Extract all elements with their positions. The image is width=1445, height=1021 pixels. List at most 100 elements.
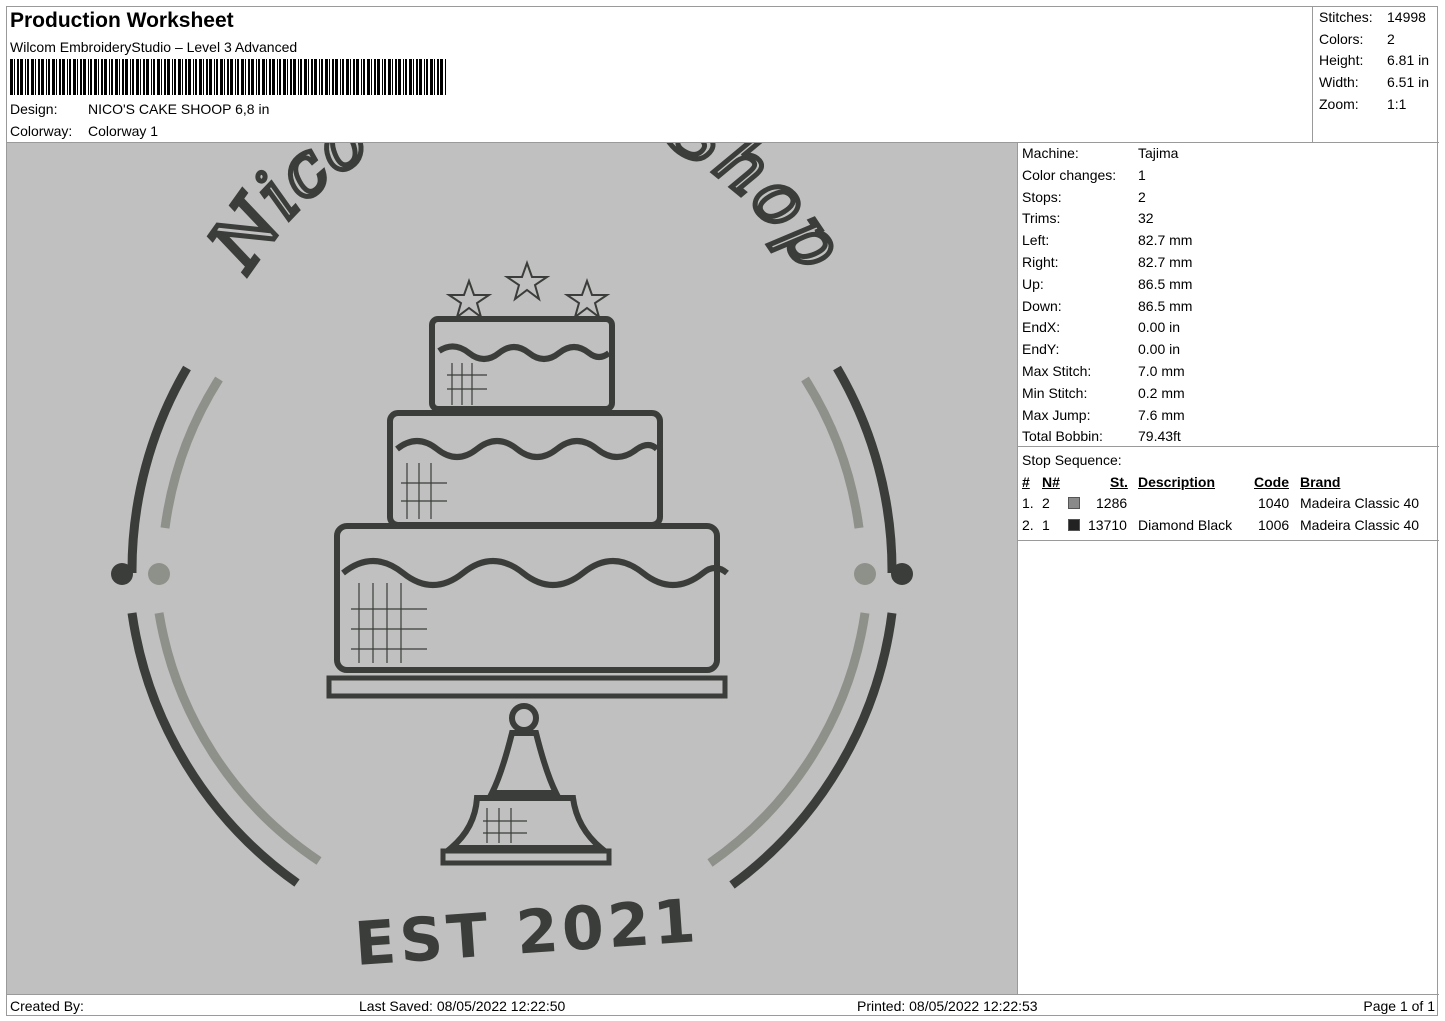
barcode-bar	[293, 59, 296, 95]
worksheet-header: Production Worksheet Wilcom EmbroiderySt…	[7, 7, 1313, 143]
barcode-bar	[20, 59, 23, 95]
barcode-bar	[182, 59, 183, 95]
right-inner-arc-bottom	[707, 612, 870, 867]
machine-row: Trims: 32	[1022, 210, 1154, 232]
barcode-bar	[384, 59, 386, 95]
barcode-bar	[279, 59, 281, 95]
barcode-bar	[290, 59, 292, 95]
design-value: NICO'S CAKE SHOOP 6,8 in	[88, 101, 270, 117]
summary-value: 1:1	[1387, 96, 1407, 112]
machine-label: Trims:	[1022, 210, 1061, 227]
machine-value: 32	[1138, 210, 1154, 227]
established-text: EST 2021	[352, 886, 701, 980]
barcode-bar	[220, 59, 223, 95]
barcode-bar	[157, 59, 160, 95]
barcode-bar	[132, 59, 134, 95]
barcode-bar	[409, 59, 412, 95]
star-decorations	[445, 260, 611, 320]
column-header-brand: Brand	[1300, 474, 1341, 490]
color-swatch	[1068, 519, 1080, 531]
machine-value: Tajima	[1138, 145, 1179, 161]
machine-row: Color changes: 1	[1022, 167, 1146, 189]
barcode-bar	[35, 59, 36, 95]
barcode-bar	[153, 59, 155, 95]
barcode-bar	[230, 59, 233, 95]
production-worksheet: Production Worksheet Wilcom EmbroiderySt…	[6, 6, 1439, 1016]
barcode-bar	[88, 59, 89, 95]
barcode-bar	[314, 59, 317, 95]
summary-label: Height:	[1319, 52, 1364, 68]
barcode-bar	[214, 59, 215, 95]
barcode-bar	[405, 59, 407, 95]
barcode-bar	[67, 59, 68, 95]
summary-value: 6.81 in	[1387, 52, 1430, 68]
stop-sequence-panel: Stop Sequence: # N# St. Description Code…	[1018, 447, 1439, 541]
summary-value: 2	[1387, 31, 1395, 47]
barcode-bar	[174, 59, 176, 95]
barcode-bar	[41, 59, 44, 95]
barcode-bar	[319, 59, 320, 95]
column-header-needle: N#	[1042, 474, 1060, 490]
machine-row: Left: 82.7 mm	[1022, 232, 1192, 254]
machine-value: 1	[1138, 166, 1146, 183]
barcode-bar	[38, 59, 40, 95]
summary-width: Width: 6.51 in	[1319, 74, 1429, 90]
barcode-bar	[266, 59, 267, 95]
row-stitches: 1286	[1096, 495, 1128, 511]
barcode-bar	[209, 59, 212, 95]
machine-value: 7.6 mm	[1138, 406, 1185, 423]
barcode-bar	[321, 59, 323, 95]
summary-stitches: Stitches: 14998	[1319, 9, 1426, 25]
summary-value: 14998	[1387, 9, 1426, 25]
summary-label: Colors:	[1319, 31, 1364, 47]
barcode-bar	[172, 59, 173, 95]
barcode-bar	[14, 59, 15, 95]
colorway-row: Colorway: Colorway 1	[10, 123, 158, 139]
barcode-bar	[227, 59, 229, 95]
machine-row: Max Stitch: 7.0 mm	[1022, 363, 1185, 385]
barcode-bar	[356, 59, 359, 95]
barcode-bar	[308, 59, 309, 95]
barcode-bar	[109, 59, 110, 95]
barcode-bar	[146, 59, 149, 95]
barcode-bar	[262, 59, 265, 95]
barcode-bar	[206, 59, 208, 95]
machine-row: Min Stitch: 0.2 mm	[1022, 385, 1185, 407]
barcode-bar	[119, 59, 120, 95]
barcode-bar	[287, 59, 288, 95]
barcode-bar	[237, 59, 239, 95]
barcode-bar	[104, 59, 107, 95]
row-number: 1.	[1022, 495, 1034, 511]
barcode-bar	[382, 59, 383, 95]
barcode-bar	[31, 59, 34, 95]
summary-label: Zoom:	[1319, 96, 1359, 112]
machine-label: Down:	[1022, 297, 1062, 314]
barcode-bar	[151, 59, 152, 95]
stop-sequence-heading: Stop Sequence:	[1022, 452, 1122, 468]
machine-label: Min Stitch:	[1022, 384, 1088, 401]
barcode-bar	[59, 59, 61, 95]
barcode-bar	[195, 59, 197, 95]
machine-value: 0.00 in	[1138, 341, 1181, 358]
machine-label: Up:	[1022, 275, 1044, 292]
barcode-bar	[83, 59, 86, 95]
barcode-bar	[167, 59, 170, 95]
left-inner-arc-bottom	[154, 612, 322, 865]
barcode-bar	[48, 59, 50, 95]
machine-label: EndX:	[1022, 319, 1061, 336]
machine-label: Stops:	[1022, 188, 1062, 205]
barcode-bar	[245, 59, 246, 95]
last-saved: Last Saved: 08/05/2022 12:22:50	[359, 998, 566, 1014]
barcode-bar	[46, 59, 47, 95]
barcode-bar	[377, 59, 380, 95]
machine-row: Machine: Tajima	[1022, 145, 1178, 167]
row-needle: 1	[1042, 517, 1050, 533]
barcode-bar	[311, 59, 313, 95]
barcode-bar	[25, 59, 26, 95]
barcode-bar	[193, 59, 194, 95]
barcode-bar	[374, 59, 376, 95]
barcode-bar	[392, 59, 393, 95]
machine-value: 7.0 mm	[1138, 363, 1185, 379]
barcode-bar	[251, 59, 254, 95]
barcode-bar	[140, 59, 141, 95]
